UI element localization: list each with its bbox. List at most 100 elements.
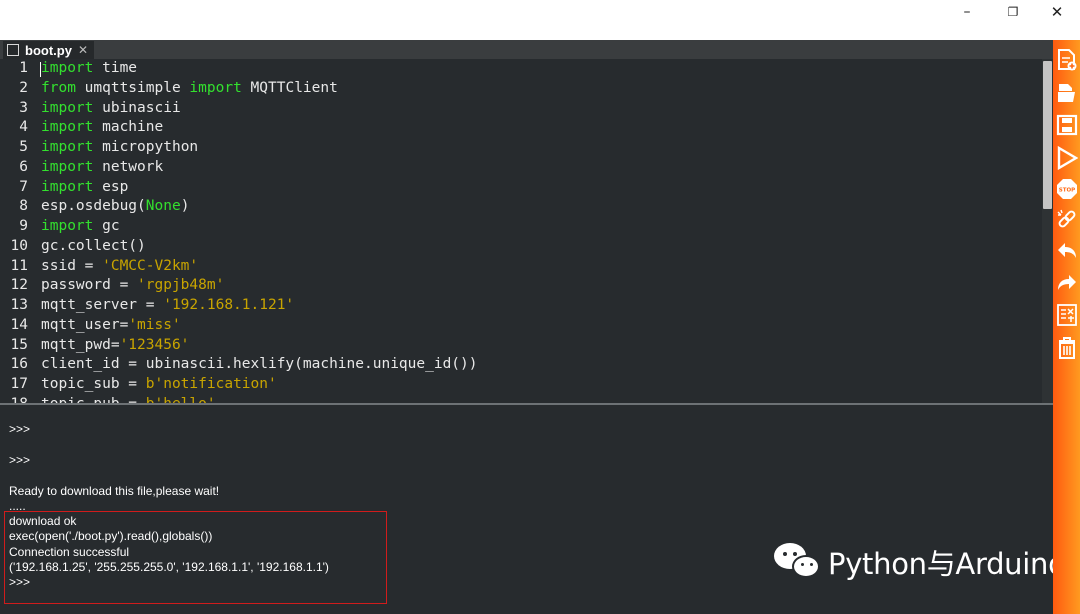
line-number: 7 — [19, 178, 28, 195]
code-text: client_id = ubinascii.hexlify(machine.un… — [41, 355, 478, 375]
tab-boot-py[interactable]: boot.py ✕ — [3, 41, 94, 59]
code-line: 10 gc.collect() — [0, 237, 1040, 257]
line-number: 6 — [19, 158, 28, 175]
code-line: 4 import machine — [0, 118, 1040, 138]
code-line: 6 import network — [0, 158, 1040, 178]
code-keyword: import — [189, 79, 242, 96]
code-text: gc.collect() — [41, 237, 146, 257]
code-token: ssid = — [41, 257, 103, 274]
text-cursor — [40, 62, 41, 77]
file-icon — [7, 44, 19, 56]
clear-icon[interactable] — [1056, 336, 1078, 360]
syntax-check-icon[interactable] — [1056, 303, 1078, 327]
console-ready-message: Ready to download this file,please wait! — [9, 484, 220, 498]
window-titlebar: – ❐ ✕ — [0, 0, 1080, 40]
wechat-logo-icon — [774, 541, 824, 583]
code-token: client_id = ubinascii.hexlify(machine.un… — [41, 356, 478, 373]
code-line: 14 mqtt_user='miss' — [0, 316, 1040, 336]
close-button[interactable]: ✕ — [1034, 0, 1080, 26]
line-number: 12 — [10, 277, 28, 294]
code-line: 2 from umqttsimple import MQTTClient — [0, 79, 1040, 99]
save-icon[interactable] — [1056, 113, 1078, 137]
code-keyword: from — [41, 79, 76, 96]
code-token: mqtt_server = — [41, 297, 164, 313]
code-token: esp — [93, 178, 129, 195]
code-text: import esp — [41, 178, 128, 198]
code-token: password = — [41, 277, 138, 294]
code-token: gc.collect() — [41, 237, 146, 254]
code-keyword: import — [41, 178, 94, 195]
code-token: mqtt_pwd= — [41, 336, 120, 353]
code-string: b'notification' — [145, 376, 277, 392]
code-string: 'miss' — [128, 316, 181, 333]
code-keyword: import — [41, 139, 94, 155]
run-icon[interactable] — [1056, 146, 1078, 170]
console-prompt: >>> — [9, 453, 31, 467]
line-number: 15 — [10, 336, 28, 353]
code-text: mqtt_server = '192.168.1.121' — [41, 296, 294, 316]
code-text: esp.osdebug(None) — [41, 197, 189, 217]
code-line: 7 import esp — [0, 178, 1040, 198]
minimize-button[interactable]: – — [944, 0, 990, 26]
code-line: 17 topic_sub = b'notification' — [0, 375, 1040, 395]
editor-scrollbar-thumb[interactable] — [1043, 61, 1052, 209]
code-text: import network — [41, 158, 163, 178]
code-line: 5 import micropython — [0, 138, 1040, 158]
line-number: 1 — [19, 60, 28, 76]
code-string: 'CMCC-V2km' — [102, 257, 199, 274]
code-line: 8 esp.osdebug(None) — [0, 197, 1040, 217]
code-token: ) — [180, 198, 190, 215]
code-text: ssid = 'CMCC-V2km' — [41, 257, 198, 277]
code-text: import ubinascii — [41, 99, 181, 119]
line-number: 9 — [19, 218, 28, 234]
line-number: 16 — [10, 356, 28, 373]
code-keyword: import — [41, 60, 94, 76]
code-token: topic_pub = — [41, 396, 146, 403]
code-token: network — [93, 158, 164, 175]
code-line: 9 import gc — [0, 217, 1040, 237]
code-lines: 1 import time 2 from umqttsimple import MQT… — [0, 59, 1040, 403]
code-line: 18 topic_pub = b'hello' — [0, 395, 1040, 403]
redo-icon[interactable] — [1056, 272, 1078, 296]
open-folder-icon[interactable] — [1056, 81, 1078, 105]
code-keyword: import — [41, 99, 94, 116]
code-editor[interactable]: 1 import time 2 from umqttsimple import MQT… — [0, 59, 1053, 403]
right-toolbar: STOP — [1053, 40, 1080, 614]
line-number: 17 — [10, 376, 28, 392]
line-number: 13 — [10, 297, 28, 313]
undo-icon[interactable] — [1056, 240, 1078, 264]
code-token: machine — [93, 119, 164, 136]
stop-icon[interactable]: STOP — [1056, 177, 1078, 201]
code-line: 15 mqtt_pwd='123456' — [0, 336, 1040, 356]
svg-text:STOP: STOP — [1059, 188, 1075, 194]
tab-close-icon[interactable]: ✕ — [78, 43, 88, 57]
code-text: import gc — [41, 217, 120, 237]
code-keyword: import — [41, 119, 94, 136]
code-line: 3 import ubinascii — [0, 99, 1040, 119]
watermark-text: Python与Arduino — [828, 547, 1066, 581]
code-string: b'hello' — [146, 396, 216, 403]
code-token: topic_sub = — [41, 376, 146, 392]
code-text: from umqttsimple import MQTTClient — [41, 79, 338, 99]
code-text: password = 'rgpjb48m' — [41, 276, 224, 296]
editor-scrollbar[interactable] — [1042, 59, 1053, 403]
code-string: '192.168.1.121' — [163, 297, 295, 313]
code-line: 12 password = 'rgpjb48m' — [0, 276, 1040, 296]
line-number: 14 — [10, 316, 28, 333]
code-token: ubinascii — [93, 99, 181, 116]
code-token: micropython — [93, 139, 199, 155]
code-text: topic_sub = b'notification' — [41, 375, 277, 395]
code-text: topic_pub = b'hello' — [41, 395, 216, 403]
connect-icon[interactable] — [1056, 208, 1078, 232]
highlight-annotation-box — [4, 511, 387, 604]
code-line: 16 client_id = ubinascii.hexlify(machine.… — [0, 355, 1040, 375]
code-keyword: import — [41, 218, 94, 234]
code-text: import micropython — [41, 138, 198, 158]
code-text: mqtt_user='miss' — [41, 316, 181, 336]
code-string: '123456' — [119, 336, 190, 353]
line-number: 4 — [19, 119, 28, 136]
maximize-button[interactable]: ❐ — [990, 0, 1036, 26]
code-line: 1 import time — [0, 59, 1040, 79]
new-file-icon[interactable] — [1056, 48, 1078, 72]
code-line: 13 mqtt_server = '192.168.1.121' — [0, 296, 1040, 316]
